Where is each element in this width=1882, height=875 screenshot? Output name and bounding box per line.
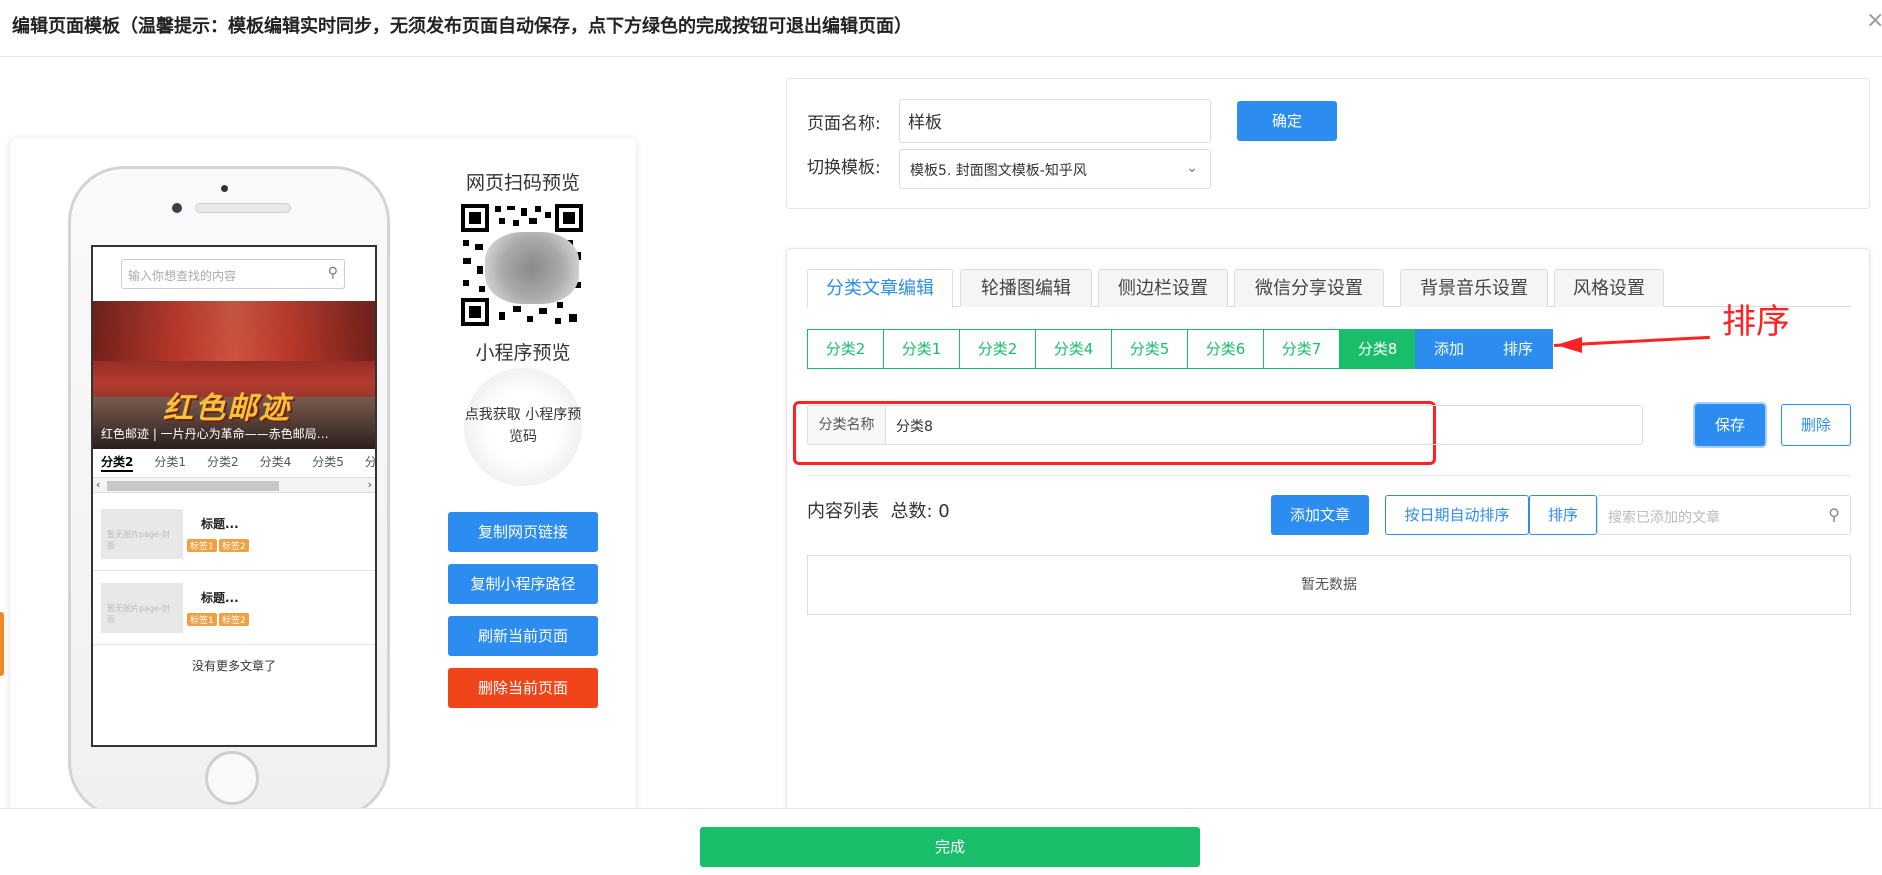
tab-carousel[interactable]: 轮播图编辑 — [960, 269, 1092, 307]
template-label: 切换模板: — [807, 158, 881, 178]
category-button[interactable]: 分类1 — [883, 329, 960, 369]
side-handle[interactable] — [0, 612, 4, 676]
preview-card: 输入你想查找的内容 ⚲ 红色邮迹 红色邮迹 | 一片丹心为革命——赤色邮局… 分… — [10, 138, 636, 818]
scrollbar-thumb[interactable] — [107, 481, 279, 491]
total-label: 总数: — [890, 501, 933, 522]
web-preview-title: 网页扫码预览 — [465, 172, 580, 194]
phone-camera — [172, 203, 182, 213]
save-button[interactable]: 保存 — [1695, 404, 1765, 446]
edit-card: 分类文章编辑 轮播图编辑 侧边栏设置 微信分享设置 背景音乐设置 风格设置 分类… — [786, 248, 1870, 875]
phone-search-input[interactable]: 输入你想查找的内容 ⚲ — [121, 259, 345, 289]
list-item[interactable]: 暂无图片page-封面 标题... 标签1 标签2 — [93, 497, 375, 571]
refresh-page-button[interactable]: 刷新当前页面 — [448, 616, 598, 656]
annotation-arrowhead — [1556, 337, 1582, 353]
close-icon[interactable]: × — [1866, 8, 1882, 33]
mini-preview-title: 小程序预览 — [475, 342, 571, 364]
scroll-right-icon[interactable]: › — [368, 478, 372, 491]
chevron-down-icon: ⌄ — [1186, 160, 1198, 176]
confirm-button[interactable]: 确定 — [1237, 101, 1337, 141]
page-name-label: 页面名称: — [807, 114, 881, 134]
phone-tab[interactable]: 分类5 — [312, 453, 344, 470]
qr-code-image — [459, 202, 585, 328]
category-name-label: 分类名称 — [808, 406, 886, 444]
article-search-placeholder: 搜索已添加的文章 — [1608, 510, 1720, 526]
category-button[interactable]: 分类2 — [959, 329, 1036, 369]
tab-sidebar[interactable]: 侧边栏设置 — [1098, 269, 1228, 307]
content-list-label: 内容列表 — [807, 501, 879, 522]
tab-style[interactable]: 风格设置 — [1554, 269, 1664, 307]
sort-articles-button[interactable]: 排序 — [1529, 495, 1597, 535]
article-tag: 标签2 — [219, 613, 249, 626]
phone-tab[interactable]: 分类2 — [207, 453, 239, 470]
template-select[interactable]: 模板5. 封面图文模板-知乎风 ⌄ — [899, 149, 1211, 189]
qr-blur-mask — [485, 232, 579, 304]
mini-program-code[interactable]: 点我获取 小程序预览码 — [464, 368, 582, 486]
template-value: 模板5. 封面图文模板-知乎风 — [910, 163, 1087, 179]
banner-image[interactable]: 红色邮迹 红色邮迹 | 一片丹心为革命——赤色邮局… — [93, 301, 375, 449]
page-settings-card: 页面名称: 样板 确定 切换模板: 模板5. 封面图文模板-知乎风 ⌄ — [786, 78, 1870, 209]
empty-state: 暂无数据 — [807, 555, 1851, 615]
sort-category-button[interactable]: 排序 — [1483, 329, 1553, 369]
content-list-header: 内容列表 总数: 0 — [807, 497, 950, 523]
article-tag: 标签1 — [187, 539, 217, 552]
auto-sort-button[interactable]: 按日期自动排序 — [1385, 495, 1529, 535]
total-count: 0 — [938, 501, 950, 522]
phone-tab[interactable]: 分类6 — [365, 453, 375, 470]
search-icon[interactable]: ⚲ — [1828, 505, 1840, 524]
add-article-button[interactable]: 添加文章 — [1271, 495, 1369, 535]
delete-page-button[interactable]: 删除当前页面 — [448, 668, 598, 708]
search-icon: ⚲ — [327, 265, 338, 281]
tab-wechat-share[interactable]: 微信分享设置 — [1234, 269, 1384, 307]
category-name-value: 分类8 — [896, 419, 933, 435]
banner-wall — [93, 301, 375, 361]
tab-category-articles[interactable]: 分类文章编辑 — [807, 269, 953, 308]
article-thumbnail: 暂无图片page-封面 — [101, 509, 183, 559]
phone-tab[interactable]: 分类2 — [101, 453, 134, 472]
phone-speaker-dot — [221, 185, 228, 192]
copy-web-link-button[interactable]: 复制网页链接 — [448, 512, 598, 552]
article-thumbnail: 暂无图片page-封面 — [101, 583, 183, 633]
page-name-input[interactable]: 样板 — [899, 99, 1211, 143]
home-button — [205, 751, 259, 805]
category-button-selected[interactable]: 分类8 — [1339, 329, 1416, 369]
phone-scrollbar[interactable]: ‹ › — [93, 477, 375, 493]
tab-bgm[interactable]: 背景音乐设置 — [1400, 269, 1548, 307]
page-name-value: 样板 — [908, 113, 942, 133]
banner-title: 红色邮迹 — [163, 391, 291, 426]
phone-mockup: 输入你想查找的内容 ⚲ 红色邮迹 红色邮迹 | 一片丹心为革命——赤色邮局… 分… — [68, 166, 390, 818]
category-button[interactable]: 分类4 — [1035, 329, 1112, 369]
mini-code-hint: 点我获取 小程序预览码 — [464, 407, 582, 445]
list-item[interactable]: 暂无图片page-封面 标题... 标签1 标签2 — [93, 571, 375, 645]
header-bar: 编辑页面模板（温馨提示：模板编辑实时同步，无须发布页面自动保存，点下方绿色的完成… — [0, 0, 1882, 57]
phone-tab[interactable]: 分类1 — [154, 453, 186, 470]
article-search-input[interactable]: 搜索已添加的文章 ⚲ — [1597, 495, 1851, 535]
phone-category-tabs: 分类2 分类1 分类2 分类4 分类5 分类6 — [93, 453, 375, 475]
copy-mini-path-button[interactable]: 复制小程序路径 — [448, 564, 598, 604]
phone-tab[interactable]: 分类4 — [260, 453, 292, 470]
phone-speaker — [195, 203, 291, 213]
category-button[interactable]: 分类6 — [1187, 329, 1264, 369]
done-button[interactable]: 完成 — [700, 827, 1200, 867]
divider — [807, 475, 1851, 476]
article-tag: 标签2 — [219, 539, 249, 552]
banner-caption: 红色邮迹 | 一片丹心为革命——赤色邮局… — [101, 427, 329, 441]
tab-bar: 分类文章编辑 轮播图编辑 侧边栏设置 微信分享设置 背景音乐设置 风格设置 — [807, 269, 1851, 308]
add-category-button[interactable]: 添加 — [1415, 329, 1483, 369]
category-button[interactable]: 分类7 — [1263, 329, 1340, 369]
no-more-text: 没有更多文章了 — [191, 659, 276, 673]
article-title: 标题... — [201, 517, 239, 531]
scroll-left-icon[interactable]: ‹ — [96, 478, 100, 491]
page-title: 编辑页面模板（温馨提示：模板编辑实时同步，无须发布页面自动保存，点下方绿色的完成… — [12, 16, 912, 37]
annotation-label: 排序 — [1722, 302, 1790, 342]
category-name-field[interactable]: 分类名称 分类8 — [807, 405, 1643, 445]
article-tag: 标签1 — [187, 613, 217, 626]
article-title: 标题... — [201, 591, 239, 605]
phone-screen: 输入你想查找的内容 ⚲ 红色邮迹 红色邮迹 | 一片丹心为革命——赤色邮局… 分… — [91, 245, 377, 747]
category-button[interactable]: 分类5 — [1111, 329, 1188, 369]
phone-search-placeholder: 输入你想查找的内容 — [128, 269, 237, 283]
category-button[interactable]: 分类2 — [807, 329, 884, 369]
delete-button[interactable]: 删除 — [1781, 404, 1851, 446]
footer-bar: 完成 — [0, 808, 1882, 875]
